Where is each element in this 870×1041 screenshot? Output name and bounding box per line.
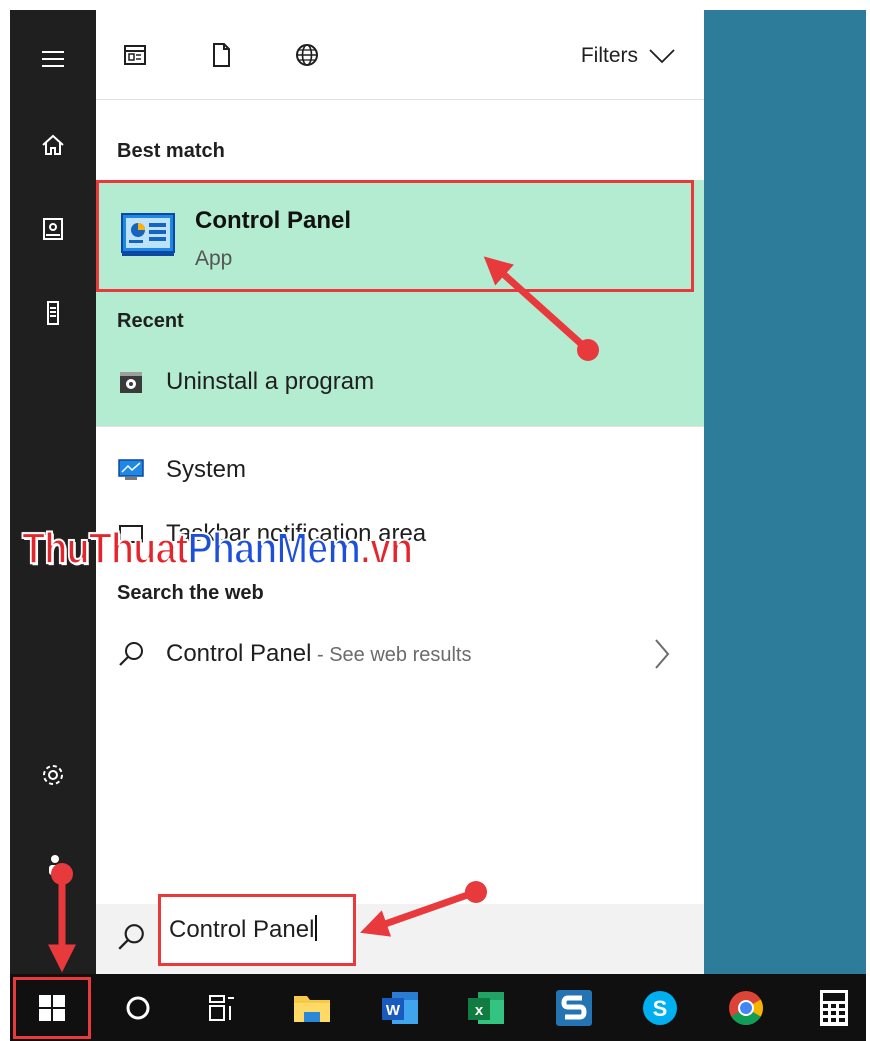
search-icon bbox=[116, 639, 146, 669]
cortana-icon bbox=[126, 996, 150, 1020]
svg-text:x: x bbox=[475, 1002, 484, 1019]
filters-dropdown[interactable]: Filters bbox=[581, 44, 676, 68]
settings-item-system[interactable]: System bbox=[96, 442, 704, 498]
chrome-icon bbox=[729, 991, 763, 1025]
screenshot: Filters Best match Control Panel App Rec… bbox=[0, 0, 870, 1041]
best-match-heading: Best match bbox=[117, 140, 225, 162]
excel-icon: x bbox=[468, 992, 504, 1024]
excel-button[interactable]: x bbox=[462, 984, 510, 1032]
file-explorer-icon bbox=[294, 996, 330, 1022]
home-icon[interactable] bbox=[30, 122, 76, 168]
watermark-part3: .vn bbox=[359, 523, 414, 574]
device-icon[interactable] bbox=[30, 290, 76, 336]
skype-icon: S bbox=[643, 991, 677, 1025]
search-toolbar: Filters bbox=[96, 10, 704, 100]
word-button[interactable]: W bbox=[376, 984, 424, 1032]
skype-button[interactable]: S bbox=[636, 984, 684, 1032]
watermark-part1: ThuThuat bbox=[21, 523, 189, 574]
documents-icon[interactable] bbox=[30, 206, 76, 252]
search-query-text: Control Panel bbox=[169, 916, 315, 943]
best-match-title: Control Panel bbox=[195, 207, 352, 234]
settings-gear-icon[interactable] bbox=[30, 752, 76, 798]
web-filter-globe-icon[interactable] bbox=[292, 40, 322, 70]
recent-item-label: Uninstall a program bbox=[166, 368, 375, 395]
hamburger-menu-icon[interactable] bbox=[30, 36, 76, 82]
snagit-icon bbox=[556, 990, 592, 1026]
uninstall-program-icon bbox=[116, 367, 146, 397]
search-results-panel: Filters Best match Control Panel App Rec… bbox=[96, 10, 704, 974]
snagit-button[interactable] bbox=[550, 984, 598, 1032]
web-result-query: Control Panel bbox=[166, 640, 312, 667]
user-icon[interactable] bbox=[30, 842, 76, 888]
cortana-button[interactable] bbox=[114, 984, 162, 1032]
web-result-hint: - See web results bbox=[311, 644, 472, 666]
file-explorer-button[interactable] bbox=[288, 984, 336, 1032]
section-divider bbox=[96, 426, 704, 427]
documents-filter-icon[interactable] bbox=[206, 40, 236, 70]
chevron-right-icon[interactable] bbox=[652, 638, 672, 670]
web-result-control-panel[interactable]: Control Panel - See web results bbox=[96, 626, 704, 682]
recent-heading: Recent bbox=[117, 310, 184, 332]
chevron-down-icon bbox=[649, 49, 675, 64]
svg-text:W: W bbox=[386, 1002, 401, 1019]
filters-label: Filters bbox=[580, 44, 638, 67]
word-icon: W bbox=[382, 992, 418, 1024]
search-input-value: Control Panel bbox=[169, 915, 318, 944]
system-monitor-icon bbox=[116, 455, 146, 485]
apps-filter-icon[interactable] bbox=[120, 40, 150, 70]
settings-item-label: System bbox=[166, 456, 247, 483]
best-match-control-panel[interactable]: Control Panel App bbox=[96, 180, 694, 292]
text-caret bbox=[315, 915, 318, 941]
chrome-button[interactable] bbox=[722, 984, 770, 1032]
search-bar: Control Panel bbox=[96, 894, 704, 974]
search-input[interactable]: Control Panel bbox=[158, 894, 356, 966]
calculator-button[interactable] bbox=[810, 984, 858, 1032]
control-panel-icon bbox=[121, 213, 175, 256]
watermark: ThuThuatPhanMem.vn bbox=[21, 523, 414, 574]
start-left-rail bbox=[10, 10, 96, 974]
search-box-icon bbox=[116, 922, 146, 952]
taskbar: W x S bbox=[10, 974, 866, 1041]
desktop-background bbox=[704, 10, 866, 974]
svg-text:S: S bbox=[653, 996, 668, 1021]
watermark-part2: PhanMem bbox=[187, 523, 362, 574]
web-result-label: Control Panel - See web results bbox=[166, 640, 472, 668]
start-highlight-box bbox=[13, 977, 91, 1039]
task-view-icon bbox=[209, 995, 234, 1021]
best-match-type: App bbox=[195, 247, 233, 270]
recent-item-uninstall[interactable]: Uninstall a program bbox=[96, 354, 704, 410]
task-view-button[interactable] bbox=[198, 984, 246, 1032]
search-web-heading: Search the web bbox=[117, 582, 264, 604]
calculator-icon bbox=[820, 990, 848, 1026]
